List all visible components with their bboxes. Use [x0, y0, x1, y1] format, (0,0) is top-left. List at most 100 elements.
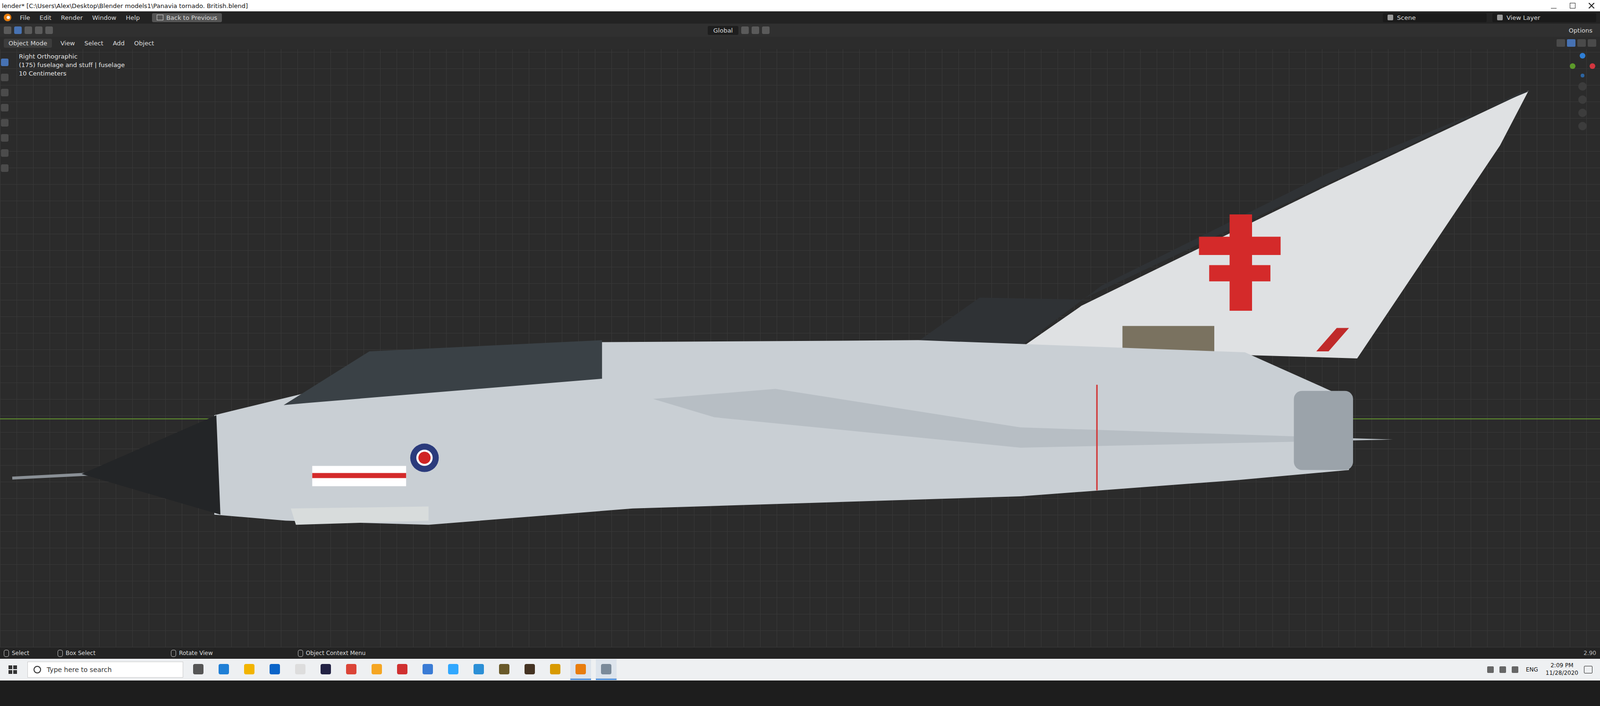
clock[interactable]: 2:09 PM11/28/2020	[1545, 661, 1579, 677]
status-hint: Select	[3, 649, 30, 657]
viewport-menu[interactable]: Object	[130, 38, 158, 48]
status-hint: Object Context Menu	[297, 649, 366, 657]
camera-icon[interactable]	[1578, 108, 1587, 118]
viewport-menu[interactable]: View	[56, 38, 79, 48]
viewport-menu[interactable]: Add	[109, 38, 129, 48]
y-axis-icon[interactable]	[1569, 63, 1576, 69]
view-layer-selector[interactable]: View Layer	[1492, 13, 1597, 23]
taskbar-app[interactable]	[213, 659, 235, 680]
3d-viewport[interactable]: Object Mode ViewSelectAddObject Right Orth…	[0, 36, 1600, 648]
proportional-icon[interactable]	[761, 26, 770, 34]
app-icon	[524, 663, 535, 675]
taskbar-app[interactable]	[570, 659, 592, 680]
neg-z-axis-icon[interactable]	[1580, 73, 1585, 78]
mouse-icon	[3, 649, 9, 657]
aircraft-model[interactable]	[0, 49, 1600, 648]
app-icon	[550, 663, 561, 675]
taskbar-app[interactable]	[289, 659, 311, 680]
maximize-icon[interactable]	[1569, 2, 1576, 9]
orientation-dropdown[interactable]: Global	[707, 25, 739, 35]
taskbar-search[interactable]: Type here to search	[27, 661, 184, 678]
tool-icon[interactable]	[0, 88, 9, 97]
taskbar-app[interactable]	[238, 659, 260, 680]
material-shading-icon[interactable]	[1577, 39, 1586, 47]
system-tray: ENG 2:09 PM11/28/2020	[1487, 661, 1598, 677]
select-extend-icon[interactable]	[24, 26, 33, 34]
perspective-icon[interactable]	[1578, 121, 1587, 131]
tool-icon[interactable]	[0, 103, 9, 112]
tool-icon[interactable]	[0, 149, 9, 157]
back-to-previous-button[interactable]: Back to Previous	[152, 13, 222, 23]
taskbar-app[interactable]	[468, 659, 490, 680]
network-icon[interactable]	[1499, 666, 1507, 673]
select-subtract-icon[interactable]	[34, 26, 43, 34]
taskbar-app[interactable]	[340, 659, 362, 680]
time: 2:09 PM	[1550, 661, 1574, 670]
menu-item[interactable]: Edit	[35, 13, 56, 23]
z-axis-icon[interactable]	[1579, 52, 1586, 59]
tool-icon[interactable]	[0, 58, 9, 67]
close-icon[interactable]	[1588, 2, 1595, 9]
grid-scale: 10 Centimeters	[18, 69, 125, 77]
taskbar-app[interactable]	[544, 659, 566, 680]
menu-item[interactable]: Render	[57, 13, 87, 23]
app-icon	[448, 663, 459, 675]
select-invert-icon[interactable]	[45, 26, 53, 34]
mouse-icon	[297, 649, 304, 657]
date: 11/28/2020	[1545, 669, 1579, 678]
wireframe-icon[interactable]	[1556, 39, 1566, 47]
taskbar-app[interactable]	[391, 659, 413, 680]
snap-icon[interactable]	[751, 26, 760, 34]
tool-icon[interactable]	[0, 118, 9, 127]
blender-window: lender* [C:\Users\Alex\Desktop\Blender m…	[0, 0, 1600, 706]
minimize-icon[interactable]	[1550, 2, 1557, 9]
tool-icon[interactable]	[0, 134, 9, 142]
language-indicator[interactable]: ENG	[1523, 666, 1541, 673]
view-name: Right Orthographic	[18, 52, 125, 60]
solid-shading-icon[interactable]	[1566, 39, 1576, 47]
layer-icon	[1497, 14, 1503, 21]
notifications-icon[interactable]	[1583, 665, 1593, 674]
scene-selector[interactable]: Scene	[1382, 13, 1487, 23]
search-icon	[33, 665, 42, 674]
taskbar-app[interactable]	[519, 659, 541, 680]
zoom-icon[interactable]	[1578, 82, 1587, 91]
menu-item[interactable]: Window	[88, 13, 120, 23]
viewport-info: Right Orthographic(175) fuselage and stu…	[18, 52, 125, 77]
taskbar-app[interactable]	[493, 659, 515, 680]
taskbar-app[interactable]	[442, 659, 464, 680]
tool-icon[interactable]	[3, 26, 12, 34]
rendered-shading-icon[interactable]	[1587, 39, 1597, 47]
taskbar-app[interactable]	[417, 659, 439, 680]
tool-icon[interactable]	[0, 164, 9, 172]
navigation-gizmo[interactable]	[1569, 52, 1596, 131]
menu-item[interactable]: Help	[122, 13, 144, 23]
options-button[interactable]: Options	[1565, 25, 1597, 35]
taskbar-app[interactable]	[595, 659, 617, 680]
x-axis-icon[interactable]	[1589, 63, 1596, 69]
title-bar: lender* [C:\Users\Alex\Desktop\Blender m…	[0, 0, 1600, 12]
top-bar: FileEditRenderWindowHelp Back to Previous…	[0, 11, 1600, 24]
viewport-canvas[interactable]: Right Orthographic(175) fuselage and stu…	[0, 49, 1600, 648]
pan-icon[interactable]	[1578, 95, 1587, 104]
taskbar-app[interactable]	[315, 659, 337, 680]
pivot-icon[interactable]	[741, 26, 749, 34]
mouse-icon	[57, 649, 63, 657]
blender-logo-icon[interactable]	[3, 13, 12, 22]
menu-item[interactable]: File	[16, 13, 34, 23]
select-mode-icon[interactable]	[14, 26, 22, 34]
mode-dropdown[interactable]: Object Mode	[3, 38, 52, 48]
app-icon	[218, 663, 229, 675]
taskbar-app[interactable]	[264, 659, 286, 680]
active-object: (175) fuselage and stuff | fuselage	[18, 61, 125, 69]
tool-shelf	[0, 58, 9, 172]
taskbar-app[interactable]	[187, 659, 209, 680]
viewport-menu[interactable]: Select	[80, 38, 108, 48]
volume-icon[interactable]	[1511, 666, 1519, 673]
status-hint: Rotate View	[170, 649, 213, 657]
windows-start-icon[interactable]	[2, 665, 23, 674]
version-label: 2.90	[1583, 649, 1597, 657]
tool-icon[interactable]	[0, 73, 9, 82]
tray-icon[interactable]	[1487, 666, 1494, 673]
taskbar-app[interactable]	[366, 659, 388, 680]
